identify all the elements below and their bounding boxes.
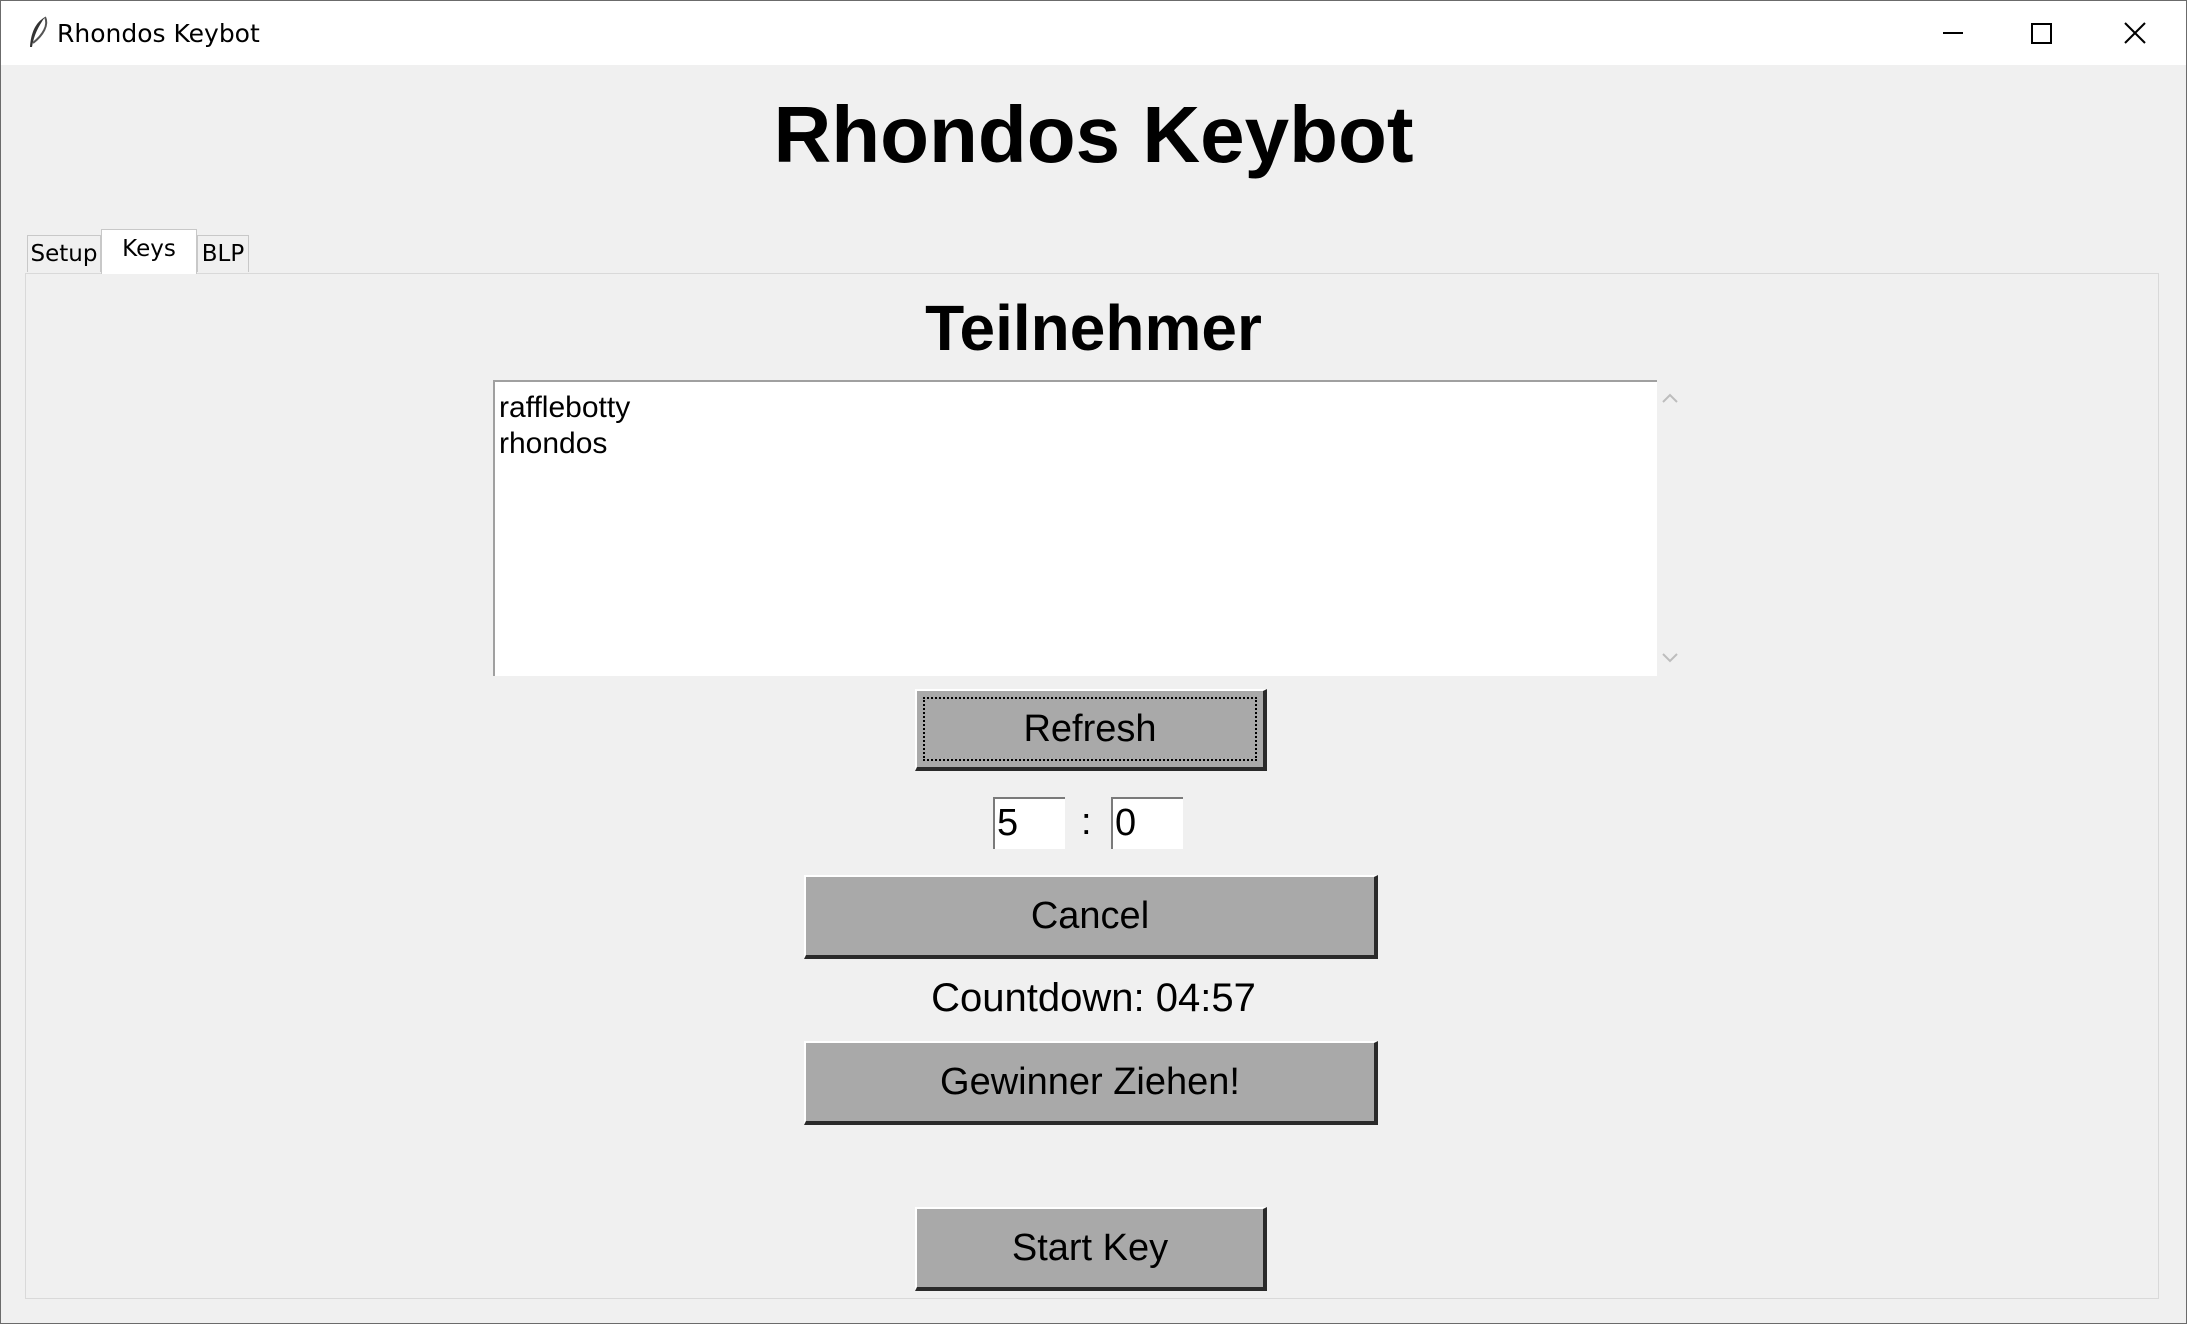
scroll-up-arrow-icon[interactable]: [1662, 393, 1678, 403]
section-title: Teilnehmer: [925, 292, 1262, 364]
close-icon: [2124, 22, 2146, 44]
time-separator: :: [1081, 801, 1092, 843]
maximize-icon: [2031, 23, 2052, 44]
list-item[interactable]: rafflebotty: [499, 390, 630, 426]
focus-ring: [923, 697, 1257, 761]
tab-setup[interactable]: Setup: [27, 235, 101, 272]
minimize-icon: [1943, 32, 1963, 34]
cancel-button-label: Cancel: [1030, 895, 1150, 937]
countdown-text: Countdown: 04:57: [1, 976, 2186, 1021]
minimize-button[interactable]: [1907, 1, 1999, 65]
close-button[interactable]: [2089, 1, 2181, 65]
feather-icon: [30, 16, 48, 47]
tab-blp[interactable]: BLP: [197, 235, 249, 272]
vertical-scrollbar[interactable]: [1655, 380, 1685, 676]
app-heading: Rhondos Keybot: [773, 90, 1414, 179]
tab-keys[interactable]: Keys: [101, 229, 197, 274]
title-bar[interactable]: Rhondos Keybot: [1, 1, 2186, 65]
countdown-value: 04:57: [1155, 976, 1256, 1020]
window-title: Rhondos Keybot: [57, 19, 260, 48]
refresh-button[interactable]: Refresh: [915, 689, 1267, 771]
cancel-button[interactable]: Cancel: [804, 875, 1378, 959]
draw-winner-button-label: Gewinner Ziehen!: [940, 1061, 1240, 1103]
countdown-label: Countdown:: [931, 976, 1145, 1020]
app-window: Rhondos Keybot Rhondos Keybot Setup Keys…: [0, 0, 2187, 1324]
minutes-input[interactable]: 5: [993, 797, 1065, 849]
draw-winner-button[interactable]: Gewinner Ziehen!: [804, 1041, 1378, 1125]
scroll-down-arrow-icon[interactable]: [1662, 653, 1678, 663]
participants-listbox[interactable]: rafflebotty rhondos: [493, 380, 1657, 676]
maximize-button[interactable]: [1997, 1, 2089, 65]
seconds-input[interactable]: 0: [1111, 797, 1183, 849]
start-key-button-label: Start Key: [1011, 1227, 1169, 1269]
start-key-button[interactable]: Start Key: [915, 1207, 1267, 1291]
list-item[interactable]: rhondos: [499, 426, 607, 462]
